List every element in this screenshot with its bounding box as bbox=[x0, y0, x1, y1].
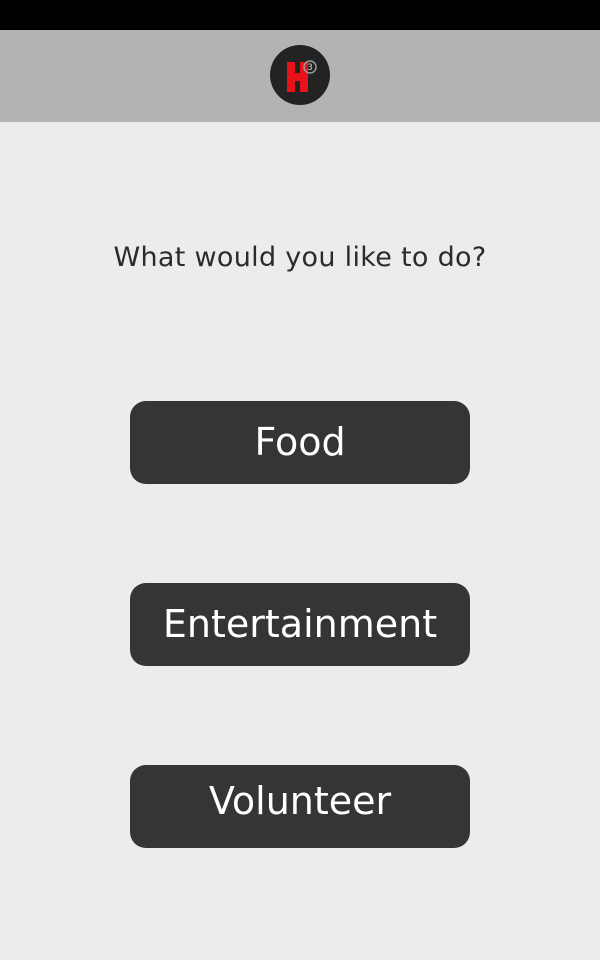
volunteer-button[interactable]: Volunteer bbox=[130, 765, 470, 848]
entertainment-button[interactable]: Entertainment bbox=[130, 583, 470, 666]
status-bar bbox=[0, 0, 600, 30]
h3-logo-icon[interactable]: 3 bbox=[270, 45, 330, 105]
logo-superscript: 3 bbox=[307, 63, 313, 73]
page-prompt: What would you like to do? bbox=[113, 242, 487, 273]
food-button[interactable]: Food bbox=[130, 401, 470, 484]
app-header: 3 bbox=[0, 30, 600, 122]
